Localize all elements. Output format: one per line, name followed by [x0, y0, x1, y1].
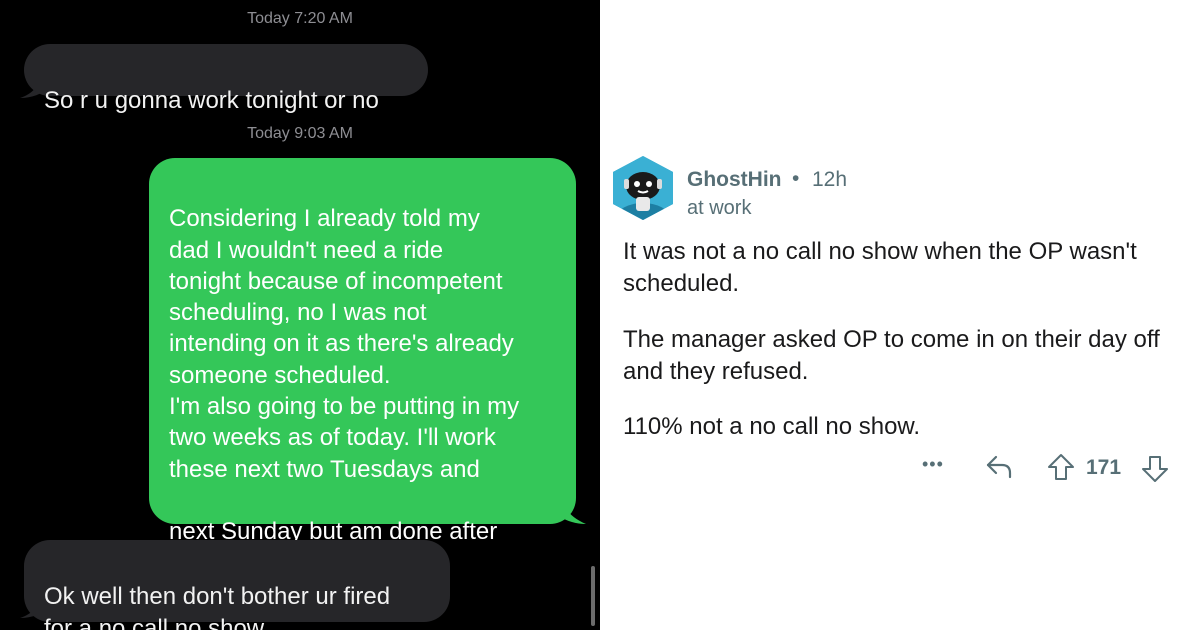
incoming-message-2[interactable]: Ok well then don't bother ur fired for a…: [24, 540, 450, 630]
outgoing-message[interactable]: Considering I already told my dad I woul…: [149, 158, 576, 608]
comment-age: 12h: [812, 168, 848, 191]
scrollbar[interactable]: [591, 566, 595, 626]
downvote-icon[interactable]: [1140, 454, 1170, 484]
reply-icon[interactable]: [984, 453, 1014, 481]
separator-dot: •: [792, 167, 800, 190]
avatar-robot-icon[interactable]: [610, 155, 676, 221]
vote-count: 171: [1086, 456, 1122, 479]
user-flair: at work: [687, 197, 752, 219]
message-text: So r u gonna work tonight or no: [44, 87, 379, 115]
comment-paragraph: The manager asked OP to come in on their…: [623, 326, 1160, 385]
username[interactable]: GhostHin: [687, 168, 782, 192]
reddit-comment: GhostHin • 12h at work It was not a no c…: [600, 0, 1200, 630]
comment-paragraph: It was not a no call no show when the OP…: [623, 238, 1137, 297]
message-text: Ok well then don't bother ur fired for a…: [44, 583, 391, 630]
timestamp-2: Today 9:03 AM: [247, 125, 353, 142]
comment-paragraph: 110% not a no call no show.: [623, 413, 921, 440]
timestamp-1: Today 7:20 AM: [247, 10, 353, 27]
composite-screenshot: Today 7:20 AM So r u gonna work tonight …: [0, 0, 1200, 630]
message-thread[interactable]: Today 7:20 AM So r u gonna work tonight …: [0, 0, 600, 630]
incoming-message-1[interactable]: So r u gonna work tonight or no: [24, 44, 428, 114]
message-text: Considering I already told my dad I woul…: [169, 205, 520, 483]
more-icon[interactable]: •••: [922, 454, 944, 475]
upvote-icon[interactable]: [1046, 452, 1076, 482]
